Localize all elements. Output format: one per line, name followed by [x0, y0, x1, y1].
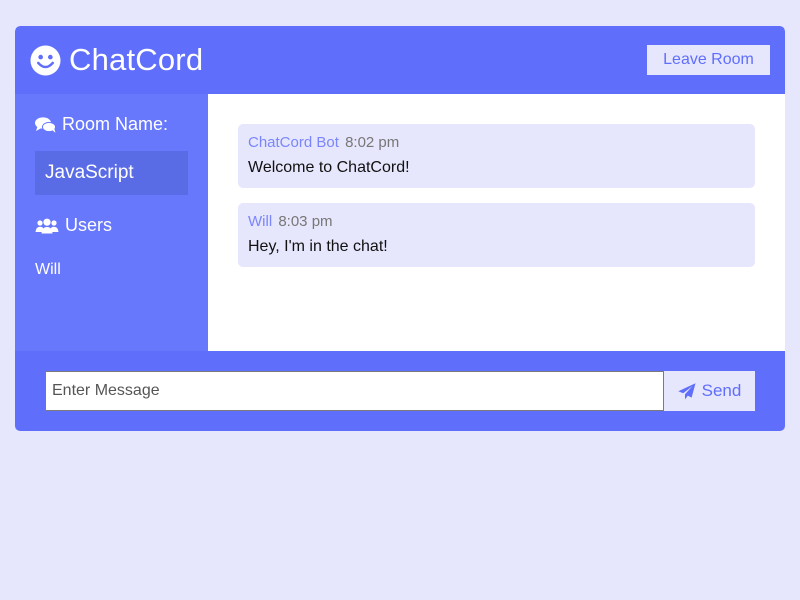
- sidebar: Room Name: JavaScript Users Will: [15, 94, 208, 351]
- chat-container: ChatCord Leave Room Room Name: JavaScrip…: [15, 26, 785, 431]
- message-time: 8:03 pm: [278, 213, 333, 230]
- message-text: Hey, I'm in the chat!: [248, 238, 388, 255]
- users-icon: [35, 218, 59, 233]
- leave-room-button[interactable]: Leave Room: [647, 45, 770, 75]
- app-title: ChatCord: [69, 42, 204, 77]
- message-input[interactable]: [45, 371, 664, 411]
- message-username: ChatCord Bot: [248, 134, 339, 151]
- send-label: Send: [701, 381, 742, 400]
- message-meta: ChatCord Bot 8:02 pm: [248, 134, 745, 151]
- message-meta: Will 8:03 pm: [248, 213, 745, 230]
- paper-plane-icon: [677, 382, 696, 399]
- chat-header: ChatCord Leave Room: [15, 26, 785, 94]
- message-time: 8:02 pm: [345, 134, 400, 151]
- user-list-item: Will: [35, 261, 61, 278]
- users-heading-label: Users: [65, 215, 113, 235]
- logo: ChatCord: [30, 42, 203, 78]
- chat-form-container: Send: [15, 351, 785, 431]
- room-heading-label: Room Name:: [62, 114, 169, 134]
- smiley-icon: [30, 44, 61, 76]
- room-heading: Room Name:: [35, 114, 188, 135]
- message: Will 8:03 pm Hey, I'm in the chat!: [238, 203, 755, 267]
- message-text: Welcome to ChatCord!: [248, 159, 410, 176]
- send-button[interactable]: Send: [664, 371, 755, 411]
- chat-messages: ChatCord Bot 8:02 pm Welcome to ChatCord…: [208, 94, 785, 351]
- chat-form: Send: [45, 371, 755, 411]
- user-list: Will: [35, 261, 188, 279]
- comments-icon: [35, 116, 56, 133]
- message: ChatCord Bot 8:02 pm Welcome to ChatCord…: [238, 124, 755, 188]
- room-name: JavaScript: [35, 151, 188, 195]
- message-username: Will: [248, 213, 273, 230]
- users-heading: Users: [35, 215, 188, 236]
- chat-main: Room Name: JavaScript Users Will ChatCor…: [15, 94, 785, 351]
